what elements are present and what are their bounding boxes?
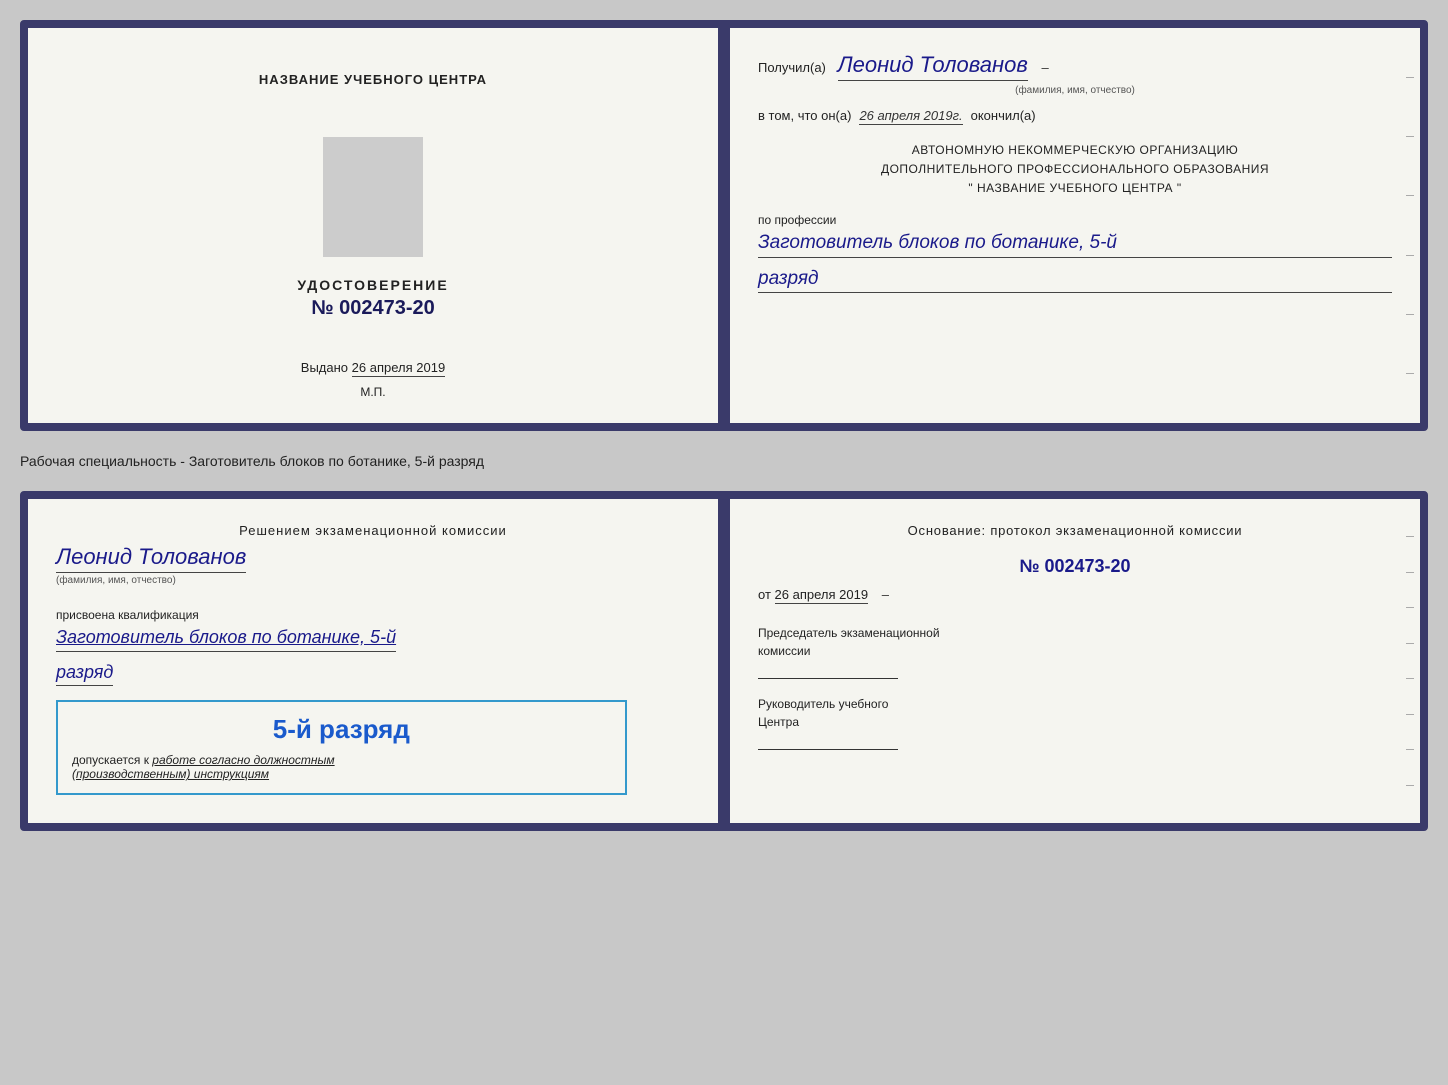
rukov-sig-line [758, 749, 898, 750]
edge-dash [1406, 572, 1414, 573]
issued-label: Выдано [301, 360, 348, 375]
bottom-cert-left: Решением экзаменационной комиссии Леонид… [28, 499, 720, 823]
received-label: Получил(а) [758, 60, 826, 75]
razryad-value-top: разряд [758, 268, 1392, 293]
edge-dash [1406, 607, 1414, 608]
cert-number: № 002473-20 [297, 297, 448, 320]
edge-dash [1406, 314, 1414, 315]
top-cert-left: НАЗВАНИЕ УЧЕБНОГО ЦЕНТРА УДОСТОВЕРЕНИЕ №… [28, 28, 720, 423]
blue-box-title: 5-й разряд [72, 714, 611, 745]
vtom-date: 26 апреля 2019г. [859, 108, 962, 125]
rukov-label1: Руководитель учебного [758, 697, 888, 711]
dopusk-line2: (производственным) инструкциям [72, 767, 611, 781]
bottom-certificate: Решением экзаменационной комиссии Леонид… [20, 491, 1428, 831]
chairman-label: Председатель экзаменационной комиссии [758, 624, 1392, 660]
chairman-label2: комиссии [758, 644, 810, 658]
edge-dash [1406, 195, 1414, 196]
decision-name: Леонид Толованов [56, 544, 246, 573]
edge-dash [1406, 255, 1414, 256]
profession-value: Заготовитель блоков по ботанике, 5-й [758, 231, 1392, 259]
org-line3: " НАЗВАНИЕ УЧЕБНОГО ЦЕНТРА " [758, 179, 1392, 198]
chairman-label1: Председатель экзаменационной [758, 626, 940, 640]
top-certificate: НАЗВАНИЕ УЧЕБНОГО ЦЕНТРА УДОСТОВЕРЕНИЕ №… [20, 20, 1428, 431]
osnov-line: Основание: протокол экзаменационной коми… [758, 523, 1392, 538]
cert-title-block: УДОСТОВЕРЕНИЕ № 002473-20 [297, 277, 448, 320]
org-block: АВТОНОМНУЮ НЕКОММЕРЧЕСКУЮ ОРГАНИЗАЦИЮ ДО… [758, 141, 1392, 199]
page-wrapper: НАЗВАНИЕ УЧЕБНОГО ЦЕНТРА УДОСТОВЕРЕНИЕ №… [20, 20, 1428, 831]
photo-placeholder [323, 137, 423, 257]
rukov-label: Руководитель учебного Центра [758, 695, 1392, 731]
edge-dash [1406, 136, 1414, 137]
received-name: Леонид Толованов [838, 52, 1028, 81]
edge-dash [1406, 373, 1414, 374]
blue-box: 5-й разряд допускается к работе согласно… [56, 700, 627, 795]
issued-line: Выдано 26 апреля 2019 [301, 360, 445, 375]
profession-label: по профессии [758, 213, 1392, 227]
institution-label: НАЗВАНИЕ УЧЕБНОГО ЦЕНТРА [259, 72, 487, 87]
top-cert-right: Получил(а) Леонид Толованов – (фамилия, … [720, 28, 1420, 423]
right-edge-bottom [1406, 499, 1414, 823]
received-line: Получил(а) Леонид Толованов – [758, 52, 1392, 81]
prot-number: № 002473-20 [758, 556, 1392, 577]
edge-dash [1406, 749, 1414, 750]
edge-dash [1406, 536, 1414, 537]
edge-dash [1406, 77, 1414, 78]
edge-dash [1406, 678, 1414, 679]
org-line1: АВТОНОМНУЮ НЕКОММЕРЧЕСКУЮ ОРГАНИЗАЦИЮ [758, 141, 1392, 160]
chairman-block: Председатель экзаменационной комиссии [758, 624, 1392, 679]
ot-date: 26 апреля 2019 [775, 587, 869, 604]
dopusk-value: работе согласно должностным [152, 753, 334, 767]
edge-dash [1406, 714, 1414, 715]
ot-label: от [758, 587, 771, 602]
subtitle-text: Рабочая специальность - Заготовитель бло… [20, 449, 1428, 473]
cert-title: УДОСТОВЕРЕНИЕ [297, 277, 448, 293]
mp-label: М.П. [360, 385, 385, 399]
issued-date: 26 апреля 2019 [352, 360, 446, 377]
ot-block: от 26 апреля 2019 – [758, 587, 1392, 604]
fio-label-top: (фамилия, имя, отчество) [758, 85, 1392, 96]
vtom-label: в том, что он(а) [758, 108, 851, 123]
assigned-qual: Заготовитель блоков по ботанике, 5-й [56, 626, 396, 652]
rukov-label2: Центра [758, 715, 799, 729]
dopusk-label: допускается к [72, 753, 149, 767]
org-line2: ДОПОЛНИТЕЛЬНОГО ПРОФЕССИОНАЛЬНОГО ОБРАЗО… [758, 160, 1392, 179]
okonchill-label: окончил(а) [971, 108, 1036, 123]
edge-dash [1406, 643, 1414, 644]
assigned-label: присвоена квалификация [56, 608, 199, 622]
decision-line: Решением экзаменационной комиссии [56, 523, 690, 538]
dopusk-value2: (производственным) инструкциям [72, 767, 269, 781]
chairman-sig-line [758, 678, 898, 679]
vtom-line: в том, что он(а) 26 апреля 2019г. окончи… [758, 108, 1392, 125]
fio-label-bottom: (фамилия, имя, отчество) [56, 575, 176, 586]
dopusk-line: допускается к работе согласно должностны… [72, 753, 611, 767]
edge-dash [1406, 785, 1414, 786]
razryad-bot: разряд [56, 662, 113, 686]
bottom-cert-right: Основание: протокол экзаменационной коми… [720, 499, 1420, 823]
right-edge-top [1406, 28, 1414, 423]
